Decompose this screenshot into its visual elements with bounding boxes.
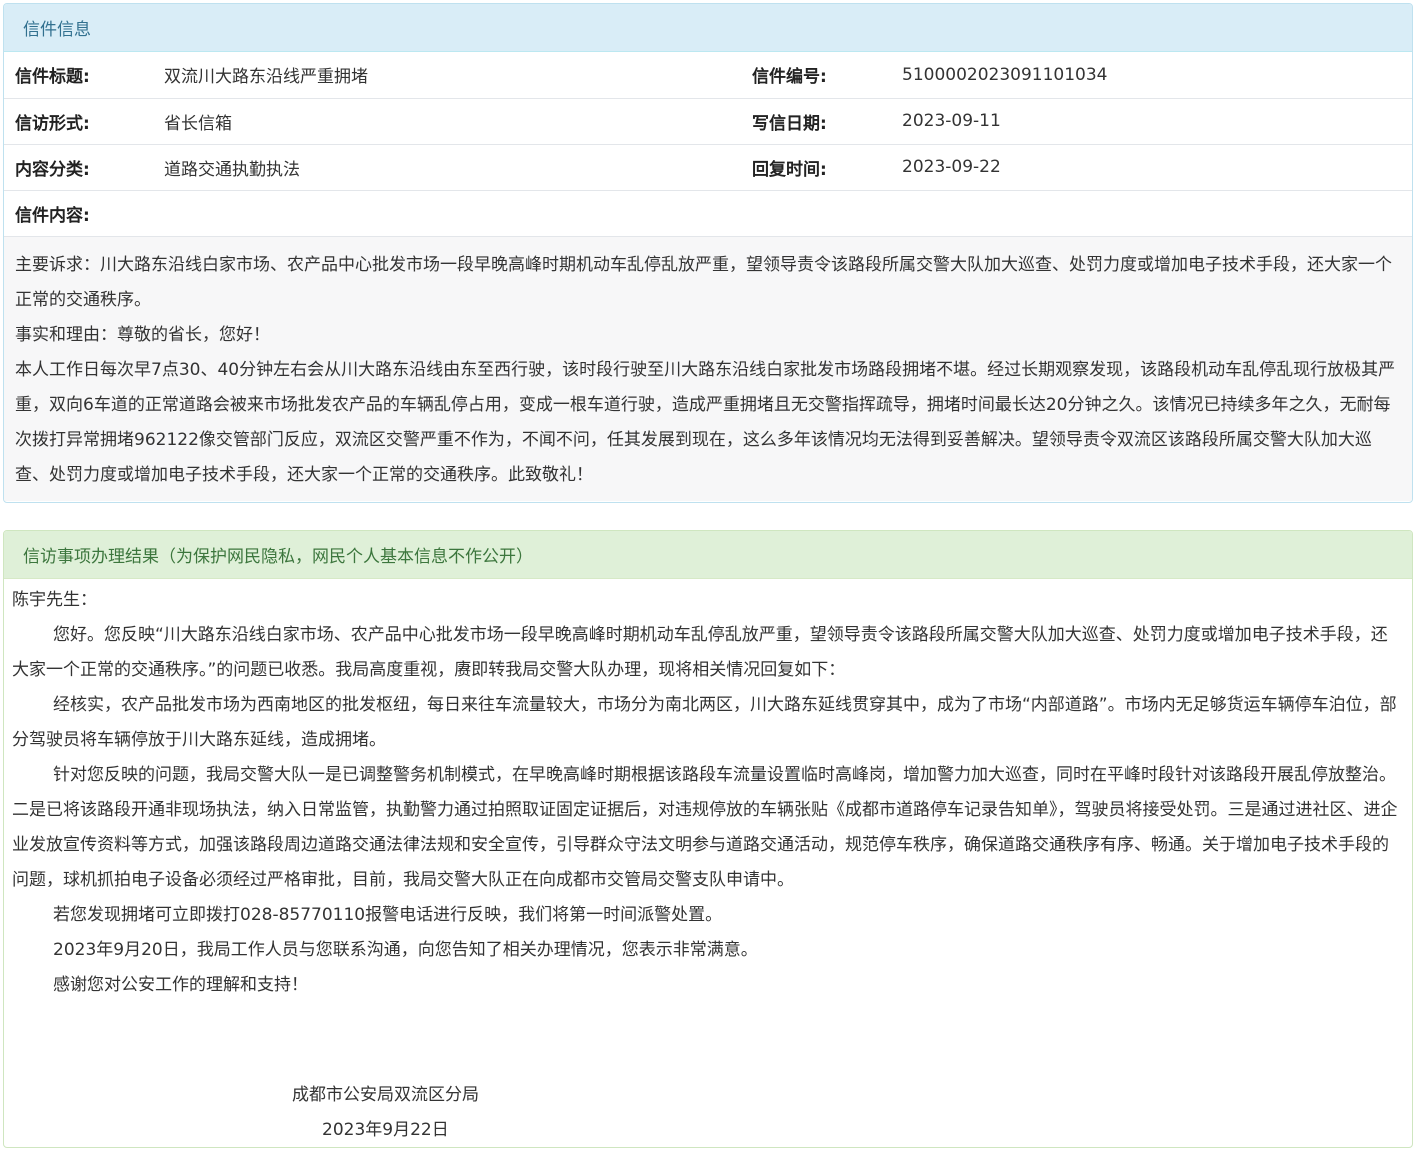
- signature-block: 成都市公安局双流区分局 2023年9月22日: [292, 1078, 479, 1147]
- result-paragraph: 感谢您对公安工作的理解和支持！: [53, 975, 308, 995]
- letter-content-body: 主要诉求：川大路东沿线白家市场、农产品中心批发市场一段早晚高峰时期机动车乱停乱放…: [4, 236, 1412, 501]
- result-panel: 信访事项办理结果（为保护网民隐私，网民个人基本信息不作公开） 陈宇先生： 您好。…: [3, 530, 1413, 1148]
- category-label: 内容分类:: [4, 144, 153, 191]
- title-label: 信件标题:: [4, 52, 153, 99]
- result-paragraph: 您好。您反映“川大路东沿线白家市场、农产品中心批发市场一段早晚高峰时期机动车乱停…: [12, 625, 1388, 680]
- letter-info-panel: 信件信息 信件标题: 双流川大路东沿线严重拥堵 信件编号: 5100002023…: [3, 3, 1413, 503]
- write-date-label: 写信日期:: [741, 98, 891, 145]
- result-paragraph: 经核实，农产品批发市场为西南地区的批发枢纽，每日来往车流量较大，市场分为南北两区…: [12, 695, 1397, 750]
- letter-info-heading: 信件信息: [4, 4, 1412, 52]
- letter-greeting-paragraph: 事实和理由：尊敬的省长，您好！: [15, 324, 270, 345]
- title-value: 双流川大路东沿线严重拥堵: [153, 52, 741, 99]
- result-salutation: 陈宇先生：: [12, 590, 97, 610]
- info-row-form: 信访形式: 省长信箱 写信日期: 2023-09-11: [4, 98, 1412, 145]
- signature-date: 2023年9月22日: [322, 1120, 449, 1140]
- info-row-category: 内容分类: 道路交通执勤执法 回复时间: 2023-09-22: [4, 144, 1412, 191]
- reply-time-label: 回复时间:: [741, 144, 891, 191]
- signature-org: 成都市公安局双流区分局: [292, 1085, 479, 1105]
- letter-demand-paragraph: 主要诉求：川大路东沿线白家市场、农产品中心批发市场一段早晚高峰时期机动车乱停乱放…: [15, 254, 1392, 310]
- result-paragraph: 针对您反映的问题，我局交警大队一是已调整警务机制模式，在早晚高峰时期根据该路段车…: [12, 765, 1398, 890]
- info-row-title: 信件标题: 双流川大路东沿线严重拥堵 信件编号: 510000202309110…: [4, 52, 1412, 99]
- reply-time-value: 2023-09-22: [891, 144, 1412, 191]
- result-body: 陈宇先生： 您好。您反映“川大路东沿线白家市场、农产品中心批发市场一段早晚高峰时…: [4, 579, 1412, 1003]
- form-value: 省长信箱: [153, 98, 741, 145]
- letter-info-table: 信件标题: 双流川大路东沿线严重拥堵 信件编号: 510000202309110…: [4, 52, 1412, 237]
- letter-number-value: 5100002023091101034: [891, 52, 1412, 99]
- category-value: 道路交通执勤执法: [153, 144, 741, 191]
- letter-facts-paragraph: 本人工作日每次早7点30、40分钟左右会从川大路东沿线由东至西行驶，该时段行驶至…: [15, 359, 1396, 485]
- form-label: 信访形式:: [4, 98, 153, 145]
- result-paragraph: 2023年9月20日，我局工作人员与您联系沟通，向您告知了相关办理情况，您表示非…: [53, 940, 758, 960]
- info-row-content: 信件内容:: [4, 190, 1412, 237]
- result-paragraph: 若您发现拥堵可立即拨打028-85770110报警电话进行反映，我们将第一时间派…: [53, 905, 723, 925]
- write-date-value: 2023-09-11: [891, 98, 1412, 145]
- content-label: 信件内容:: [4, 190, 1412, 237]
- letter-number-label: 信件编号:: [741, 52, 891, 99]
- result-heading: 信访事项办理结果（为保护网民隐私，网民个人基本信息不作公开）: [4, 531, 1412, 579]
